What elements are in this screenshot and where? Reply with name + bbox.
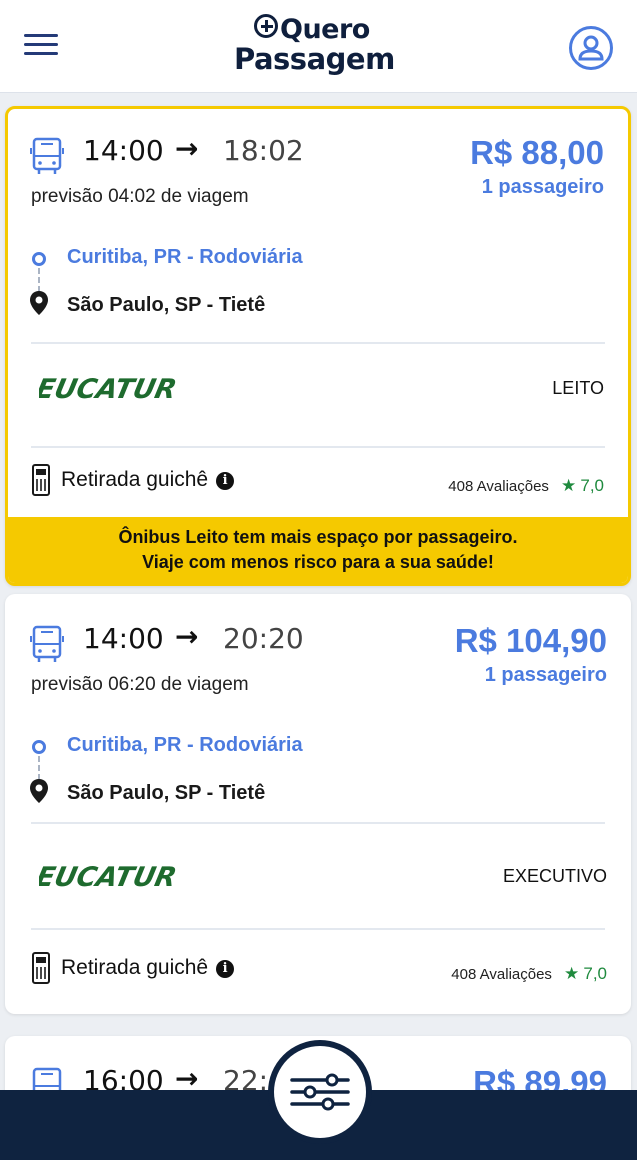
svg-text:EUCATUR: EUCATUR	[39, 862, 179, 893]
pickup-info[interactable]: Retirada guichê i	[61, 956, 235, 980]
divider	[31, 928, 605, 930]
pickup-info[interactable]: Retirada guichê i	[61, 468, 235, 492]
ticket-machine-icon	[32, 952, 50, 984]
filter-button[interactable]	[268, 1040, 372, 1144]
location-pin-icon	[30, 779, 48, 803]
star-icon: ★	[560, 476, 577, 495]
eucatur-logo: EUCATUR	[39, 862, 179, 893]
reviews-summary[interactable]: 408 Avaliações ★ 7,0	[451, 964, 607, 984]
hamburger-menu-icon[interactable]	[24, 34, 58, 60]
notice-line1: Ônibus Leito tem mais espaço por passage…	[118, 527, 518, 547]
arrival-time: 18:02	[223, 134, 304, 167]
logo-plus-icon	[254, 14, 278, 38]
pickup-label: Retirada guichê	[61, 956, 209, 979]
eucatur-logo: EUCATUR	[39, 374, 179, 405]
leito-notice-banner: Ônibus Leito tem mais espaço por passage…	[8, 517, 628, 583]
bus-icon	[30, 137, 64, 174]
logo-text-line2: Passagem	[234, 42, 395, 76]
location-pin-icon	[30, 291, 48, 315]
departure-time: 14:00	[83, 622, 164, 655]
info-icon[interactable]: i	[216, 472, 235, 490]
trip-card[interactable]: 14:00 → 18:02 previsão 04:02 de viagem R…	[5, 106, 631, 586]
reviews-count: 408 Avaliações	[448, 478, 549, 495]
filter-button-face	[274, 1046, 366, 1138]
quero-passagem-logo[interactable]: Quero Passagem	[228, 10, 408, 88]
notice-line2: Viaje com menos risco para a sua saúde!	[142, 552, 494, 572]
app-header: Quero Passagem	[0, 0, 637, 93]
origin-station: Curitiba, PR - Rodoviária	[67, 246, 303, 268]
route-connector	[38, 756, 40, 780]
reviews-summary[interactable]: 408 Avaliações ★ 7,0	[448, 476, 604, 496]
reviews-count: 408 Avaliações	[451, 966, 552, 983]
ticket-machine-icon	[32, 464, 50, 496]
bus-icon	[30, 625, 64, 662]
trip-duration: previsão 04:02 de viagem	[31, 186, 249, 207]
destination-station: São Paulo, SP - Tietê	[67, 782, 266, 804]
pickup-label: Retirada guichê	[61, 468, 209, 491]
divider	[31, 446, 605, 448]
trip-price: R$ 88,00	[470, 134, 604, 171]
origin-station: Curitiba, PR - Rodoviária	[67, 734, 303, 756]
user-profile-icon[interactable]	[569, 26, 613, 70]
svg-text:EUCATUR: EUCATUR	[39, 374, 179, 405]
passenger-count: 1 passageiro	[481, 176, 604, 198]
rating-value: 7,0	[580, 476, 604, 495]
divider	[31, 822, 605, 824]
destination-station: São Paulo, SP - Tietê	[67, 294, 266, 316]
passenger-count: 1 passageiro	[484, 664, 607, 686]
bus-class: LEITO	[552, 378, 604, 398]
rating-value: 7,0	[583, 964, 607, 983]
trip-price: R$ 104,90	[454, 622, 607, 659]
filter-sliders-icon	[290, 1073, 350, 1111]
logo-text-line1: Quero	[280, 14, 370, 45]
bus-class: EXECUTIVO	[502, 866, 607, 886]
origin-circle-icon	[32, 252, 46, 266]
departure-time: 14:00	[83, 134, 164, 167]
arrow-right-icon: →	[175, 132, 199, 165]
arrow-right-icon: →	[175, 620, 199, 653]
info-icon[interactable]: i	[216, 960, 235, 978]
trip-card[interactable]: 14:00 → 20:20 previsão 06:20 de viagem R…	[5, 594, 631, 1014]
arrival-time: 20:20	[223, 622, 304, 655]
divider	[31, 342, 605, 344]
trip-duration: previsão 06:20 de viagem	[31, 674, 249, 695]
origin-circle-icon	[32, 740, 46, 754]
star-icon: ★	[563, 964, 580, 983]
route-connector	[38, 268, 40, 292]
